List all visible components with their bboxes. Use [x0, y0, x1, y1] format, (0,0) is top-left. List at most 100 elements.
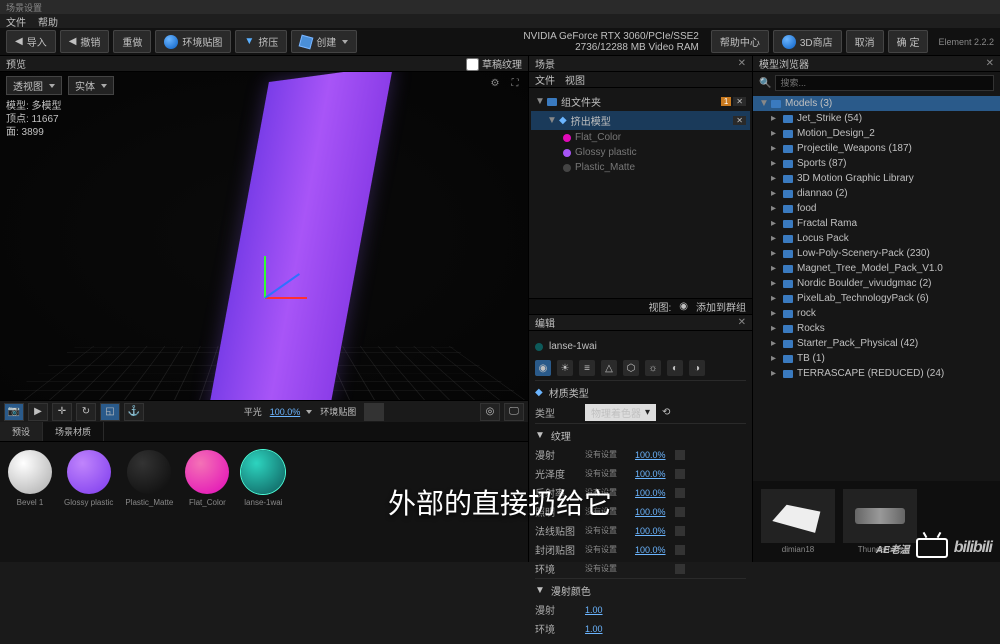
anchor-tool[interactable]: ⚓ — [124, 403, 144, 421]
close-icon[interactable]: ✕ — [986, 58, 994, 69]
bilibili-icon — [916, 538, 948, 558]
model-folder[interactable]: ▸3D Motion Graphic Library — [753, 171, 1000, 186]
model-folder[interactable]: ▸Projectile_Weapons (187) — [753, 141, 1000, 156]
mode-icon[interactable]: ☼ — [645, 360, 661, 376]
help-center-button[interactable]: 帮助中心 — [711, 30, 769, 53]
property-value[interactable]: 100.0% — [635, 488, 669, 498]
expand-icon[interactable]: ⛶ — [508, 76, 522, 90]
mode-icon[interactable]: ◑ — [689, 360, 705, 376]
model-folder[interactable]: ▸food — [753, 201, 1000, 216]
property-value[interactable]: 1.00 — [585, 605, 619, 615]
draft-texture-checkbox[interactable] — [466, 58, 479, 71]
tree-material[interactable]: Flat_Color — [531, 130, 750, 145]
monitor-icon[interactable]: 🖵 — [504, 403, 524, 421]
material-item[interactable]: Bevel 1 — [8, 450, 52, 554]
rotate-tool[interactable]: ↻ — [76, 403, 96, 421]
move-tool[interactable]: ✛ — [52, 403, 72, 421]
env-swatch[interactable] — [364, 403, 384, 421]
property-value[interactable]: 100.0% — [635, 545, 669, 555]
shader-type-select[interactable]: 物理着色器▾ — [585, 404, 656, 421]
tree-group[interactable]: ▼组文件夹1✕ — [531, 92, 750, 111]
close-icon[interactable]: ✕ — [738, 58, 746, 69]
mode-icon[interactable]: ☀ — [557, 360, 573, 376]
model-folder[interactable]: ▸Rocks — [753, 321, 1000, 336]
folder-icon — [783, 340, 793, 348]
add-group-button[interactable]: 添加到群组 — [696, 299, 746, 314]
swatch[interactable] — [675, 564, 685, 574]
mode-standard-icon[interactable]: ◉ — [535, 360, 551, 376]
tab-preset[interactable]: 预设 — [0, 422, 43, 441]
brightness-value[interactable]: 100.0% — [270, 407, 301, 417]
swatch[interactable] — [675, 450, 685, 460]
material-item[interactable]: Glossy plastic — [64, 450, 113, 554]
tree-extrude[interactable]: ▼◆挤出模型✕ — [531, 111, 750, 130]
model-folder[interactable]: ▸Sports (87) — [753, 156, 1000, 171]
tree-material[interactable]: Glossy plastic — [531, 145, 750, 160]
history-icon[interactable]: ⟲ — [662, 407, 670, 418]
model-folder[interactable]: ▸Nordic Boulder_vivudgmac (2) — [753, 276, 1000, 291]
camera-select[interactable]: 透视图 — [6, 76, 62, 95]
property-value[interactable]: 100.0% — [635, 450, 669, 460]
import-button[interactable]: ◀ 导入 — [6, 30, 56, 53]
material-item[interactable]: lanse-1wai — [241, 450, 285, 554]
model-folder[interactable]: ▸Starter_Pack_Physical (42) — [753, 336, 1000, 351]
cancel-button[interactable]: 取消 — [846, 30, 884, 53]
model-folder[interactable]: ▸diannao (2) — [753, 186, 1000, 201]
tab-scene-materials[interactable]: 场景材质 — [43, 422, 104, 441]
env-map-button[interactable]: 环境贴图 — [155, 30, 231, 53]
ok-button[interactable]: 确 定 — [888, 30, 929, 53]
model-folder[interactable]: ▸TERRASCAPE (REDUCED) (24) — [753, 366, 1000, 381]
model-folder[interactable]: ▸PixelLab_TechnologyPack (6) — [753, 291, 1000, 306]
window-titlebar: 场景设置 — [0, 0, 1000, 14]
swatch[interactable] — [675, 526, 685, 536]
display-select[interactable]: 实体 — [68, 76, 114, 95]
chevron-down-icon[interactable] — [306, 410, 312, 414]
property-value[interactable]: 1.00 — [585, 624, 619, 634]
model-folder[interactable]: ▸TB (1) — [753, 351, 1000, 366]
mode-icon[interactable]: △ — [601, 360, 617, 376]
scale-tool[interactable]: ◱ — [100, 403, 120, 421]
menu-file[interactable]: 文件 — [6, 14, 26, 29]
mode-icon[interactable]: ≡ — [579, 360, 595, 376]
model-root[interactable]: ▼Models (3) — [753, 96, 1000, 111]
material-item[interactable]: Flat_Color — [185, 450, 229, 554]
property-value[interactable]: 100.0% — [635, 526, 669, 536]
settings-icon[interactable]: ⚙ — [488, 76, 502, 90]
property-value[interactable]: 100.0% — [635, 469, 669, 479]
viewport-3d[interactable]: 透视图 实体 模型: 多模型顶点: 11667面: 3899 ⚙ ⛶ — [0, 72, 528, 400]
model-folder[interactable]: ▸Jet_Strike (54) — [753, 111, 1000, 126]
search-input[interactable] — [775, 75, 994, 91]
model-folder[interactable]: ▸rock — [753, 306, 1000, 321]
store-button[interactable]: 3D商店 — [773, 30, 842, 53]
model-folder[interactable]: ▸Locus Pack — [753, 231, 1000, 246]
model-folder[interactable]: ▸Motion_Design_2 — [753, 126, 1000, 141]
property-row: 环境1.00 — [535, 619, 746, 638]
scene-tab-file[interactable]: 文件 — [535, 72, 555, 87]
undo-button[interactable]: ◀ 撤销 — [60, 30, 110, 53]
camera-tool[interactable]: 📷 — [4, 403, 24, 421]
globe-icon — [782, 35, 796, 49]
redo-button[interactable]: 重做 — [113, 30, 151, 53]
view-mode-icon[interactable]: ◉ — [679, 301, 688, 312]
menu-help[interactable]: 帮助 — [38, 14, 58, 29]
model-folder[interactable]: ▸Magnet_Tree_Model_Pack_V1.0 — [753, 261, 1000, 276]
swatch[interactable] — [675, 545, 685, 555]
property-value[interactable]: 100.0% — [635, 507, 669, 517]
swatch[interactable] — [675, 488, 685, 498]
swatch[interactable] — [675, 507, 685, 517]
model-folder[interactable]: ▸Fractal Rama — [753, 216, 1000, 231]
scene-tab-view[interactable]: 视图 — [565, 72, 585, 87]
mode-icon[interactable]: ◐ — [667, 360, 683, 376]
thumbnail-item[interactable]: dimian18 — [761, 489, 835, 554]
app-version: Element 2.2.2 — [938, 37, 994, 47]
material-item[interactable]: Plastic_Matte — [125, 450, 173, 554]
model-folder[interactable]: ▸Low-Poly-Scenery-Pack (230) — [753, 246, 1000, 261]
mode-icon[interactable]: ⬡ — [623, 360, 639, 376]
display-mode-icon[interactable]: ◎ — [480, 403, 500, 421]
swatch[interactable] — [675, 469, 685, 479]
extrude-button[interactable]: ▼ 挤压 — [235, 30, 287, 53]
tree-material[interactable]: Plastic_Matte — [531, 160, 750, 175]
close-icon[interactable]: ✕ — [738, 317, 746, 328]
select-tool[interactable]: ▶ — [28, 403, 48, 421]
create-button[interactable]: 创建 — [291, 30, 357, 53]
